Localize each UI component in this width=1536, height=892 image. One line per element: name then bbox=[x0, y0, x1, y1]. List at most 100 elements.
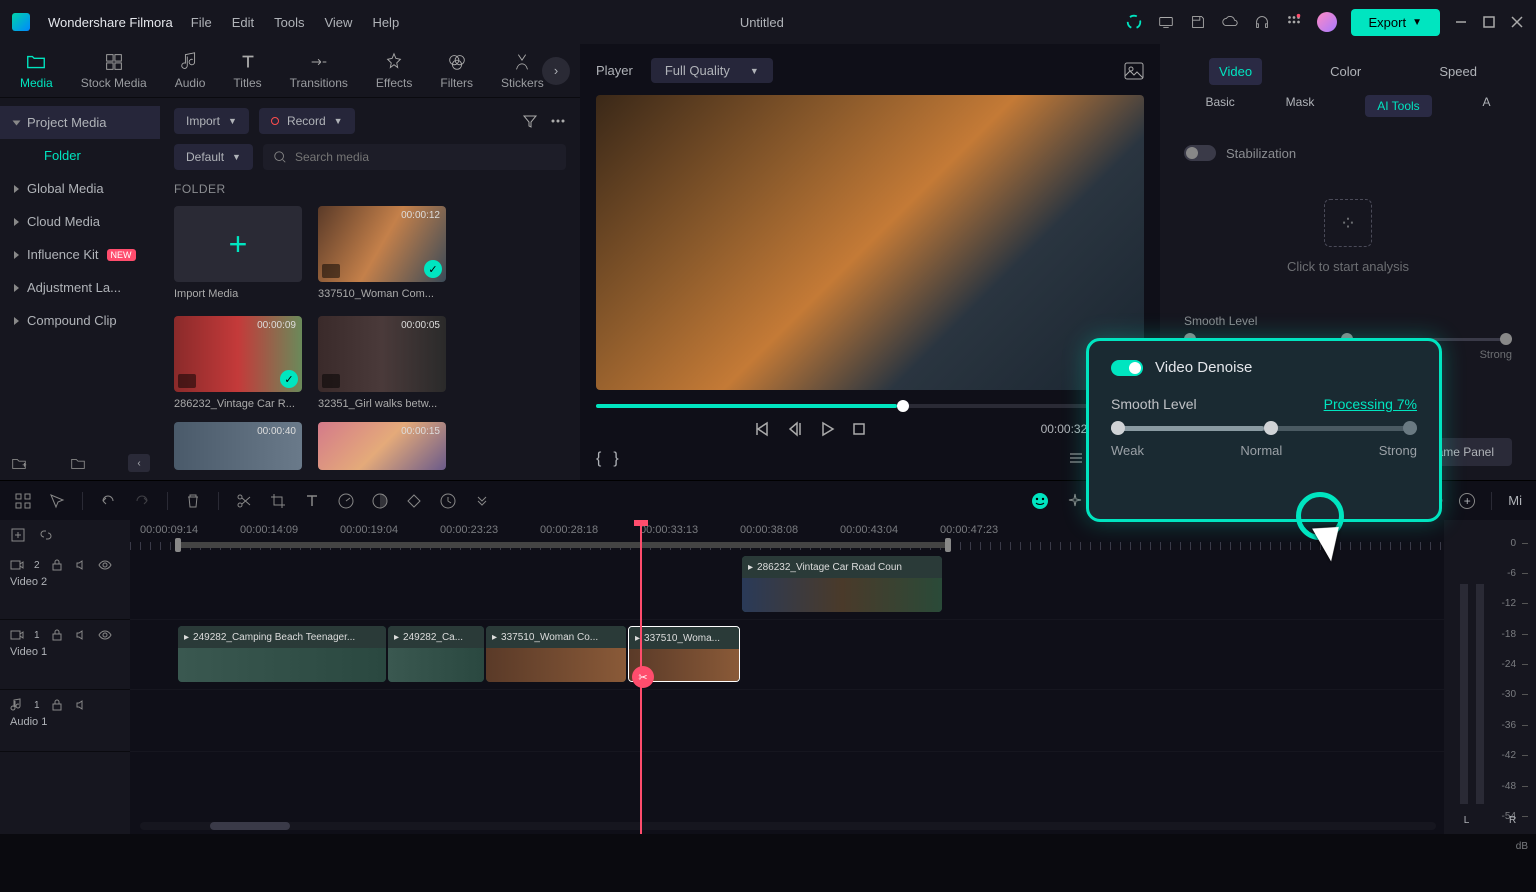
tab-filters[interactable]: Filters bbox=[440, 51, 473, 90]
processing-status[interactable]: Processing 7% bbox=[1324, 396, 1417, 412]
tab-stickers[interactable]: Stickers bbox=[501, 51, 544, 90]
denoise-toggle[interactable] bbox=[1111, 360, 1143, 376]
text-icon[interactable] bbox=[303, 492, 321, 510]
tab-stock[interactable]: Stock Media bbox=[81, 51, 147, 90]
crop-icon[interactable] bbox=[269, 492, 287, 510]
clip[interactable]: ▸ 286232_Vintage Car Road Coun bbox=[742, 556, 942, 612]
tab-titles[interactable]: Titles bbox=[233, 51, 261, 90]
lock-icon[interactable] bbox=[50, 628, 64, 642]
keyframe-icon[interactable] bbox=[405, 492, 423, 510]
prev-frame-icon[interactable] bbox=[754, 420, 772, 438]
image-icon[interactable] bbox=[1124, 62, 1144, 80]
subtab-mask[interactable]: Mask bbox=[1286, 95, 1315, 117]
props-tab-color[interactable]: Color bbox=[1320, 58, 1371, 85]
filter-icon[interactable] bbox=[522, 113, 538, 129]
search-box[interactable] bbox=[263, 144, 566, 170]
track-link-icon[interactable] bbox=[38, 527, 54, 543]
tab-transitions[interactable]: Transitions bbox=[290, 51, 348, 90]
menu-help[interactable]: Help bbox=[372, 15, 399, 30]
cloud-icon[interactable] bbox=[1221, 13, 1239, 31]
split-icon[interactable] bbox=[235, 492, 253, 510]
delete-icon[interactable] bbox=[184, 492, 202, 510]
save-icon[interactable] bbox=[1189, 13, 1207, 31]
color-icon[interactable] bbox=[371, 492, 389, 510]
track-head-video2[interactable]: 2 Video 2 bbox=[0, 550, 130, 620]
subtab-aitools[interactable]: AI Tools bbox=[1365, 95, 1431, 117]
folder-icon[interactable] bbox=[69, 454, 87, 472]
track-video1[interactable]: ▸ 249282_Camping Beach Teenager... ▸ 249… bbox=[130, 620, 1444, 690]
stop-icon[interactable] bbox=[850, 420, 868, 438]
sidebar-adjustment-layer[interactable]: Adjustment La... bbox=[0, 271, 160, 304]
preview-progress[interactable] bbox=[596, 404, 1144, 408]
device-icon[interactable] bbox=[1157, 13, 1175, 31]
avatar[interactable] bbox=[1317, 12, 1337, 32]
timeline-tracks[interactable]: 00:00:09:14 00:00:14:09 00:00:19:04 00:0… bbox=[130, 520, 1444, 834]
preview-viewport[interactable] bbox=[596, 95, 1144, 390]
track-add-icon[interactable] bbox=[10, 527, 26, 543]
sidebar-compound-clip[interactable]: Compound Clip bbox=[0, 304, 160, 337]
record-dropdown[interactable]: Record▼ bbox=[259, 108, 355, 134]
tab-media[interactable]: Media bbox=[20, 51, 53, 90]
tabs-scroll-right[interactable]: › bbox=[542, 57, 570, 85]
stabilization-toggle[interactable] bbox=[1184, 145, 1216, 161]
brace-open-icon[interactable]: { bbox=[596, 450, 601, 468]
eye-icon[interactable] bbox=[98, 558, 112, 572]
sidebar-cloud-media[interactable]: Cloud Media bbox=[0, 205, 160, 238]
tab-effects[interactable]: Effects bbox=[376, 51, 412, 90]
media-item[interactable]: 00:00:09✓ 286232_Vintage Car R... bbox=[174, 316, 302, 410]
clock-icon[interactable] bbox=[439, 492, 457, 510]
quality-dropdown[interactable]: Full Quality▼ bbox=[651, 58, 773, 83]
export-button[interactable]: Export▼ bbox=[1351, 9, 1440, 36]
media-item[interactable]: 00:00:12✓ 337510_Woman Com... bbox=[318, 206, 446, 300]
analysis-placeholder[interactable]: ⁘ Click to start analysis bbox=[1184, 169, 1512, 304]
minimize-icon[interactable] bbox=[1454, 15, 1468, 29]
activity-icon[interactable] bbox=[1125, 13, 1143, 31]
timeline-ruler[interactable]: 00:00:09:14 00:00:14:09 00:00:19:04 00:0… bbox=[130, 520, 1444, 550]
sidebar-folder[interactable]: Folder bbox=[0, 139, 160, 172]
lock-icon[interactable] bbox=[50, 698, 64, 712]
mute-icon[interactable] bbox=[74, 698, 88, 712]
mixer-label[interactable]: Mi bbox=[1508, 493, 1522, 508]
media-import-tile[interactable]: + Import Media bbox=[174, 206, 302, 300]
props-tab-speed[interactable]: Speed bbox=[1429, 58, 1487, 85]
new-folder-icon[interactable] bbox=[10, 454, 28, 472]
menu-tools[interactable]: Tools bbox=[274, 15, 304, 30]
apps-icon[interactable] bbox=[1285, 13, 1303, 31]
media-item[interactable]: 00:00:15 bbox=[318, 422, 446, 470]
sidebar-influence-kit[interactable]: Influence KitNEW bbox=[0, 238, 160, 271]
headphones-icon[interactable] bbox=[1253, 13, 1271, 31]
lock-icon[interactable] bbox=[50, 558, 64, 572]
ai-face-icon[interactable] bbox=[1030, 491, 1050, 511]
menu-view[interactable]: View bbox=[324, 15, 352, 30]
sort-dropdown[interactable]: Default▼ bbox=[174, 144, 253, 170]
close-icon[interactable] bbox=[1510, 15, 1524, 29]
range-marker[interactable] bbox=[178, 542, 948, 548]
menu-file[interactable]: File bbox=[191, 15, 212, 30]
sidebar-collapse[interactable]: ‹ bbox=[128, 454, 150, 472]
sparkle-icon[interactable] bbox=[1066, 492, 1084, 510]
media-item[interactable]: 00:00:40 bbox=[174, 422, 302, 470]
clip[interactable]: ▸ 249282_Ca... bbox=[388, 626, 484, 682]
track-head-audio1[interactable]: 1 Audio 1 bbox=[0, 690, 130, 752]
sidebar-project-media[interactable]: Project Media bbox=[0, 106, 160, 139]
speed-icon[interactable] bbox=[337, 492, 355, 510]
redo-icon[interactable] bbox=[133, 492, 151, 510]
mute-icon[interactable] bbox=[74, 628, 88, 642]
clip[interactable]: ▸ 337510_Woman Co... bbox=[486, 626, 626, 682]
track-audio1[interactable] bbox=[130, 690, 1444, 752]
sidebar-global-media[interactable]: Global Media bbox=[0, 172, 160, 205]
list-icon[interactable] bbox=[1068, 450, 1084, 466]
mute-icon[interactable] bbox=[74, 558, 88, 572]
undo-icon[interactable] bbox=[99, 492, 117, 510]
props-tab-video[interactable]: Video bbox=[1209, 58, 1262, 85]
subtab-basic[interactable]: Basic bbox=[1205, 95, 1234, 117]
zoom-in-icon[interactable]: + bbox=[1459, 493, 1475, 509]
tab-audio[interactable]: Audio bbox=[175, 51, 206, 90]
select-tool-icon[interactable] bbox=[14, 492, 32, 510]
menu-edit[interactable]: Edit bbox=[232, 15, 254, 30]
maximize-icon[interactable] bbox=[1482, 15, 1496, 29]
search-input[interactable] bbox=[295, 150, 556, 164]
more-tools-icon[interactable] bbox=[473, 492, 491, 510]
eye-icon[interactable] bbox=[98, 628, 112, 642]
pointer-tool-icon[interactable] bbox=[48, 492, 66, 510]
